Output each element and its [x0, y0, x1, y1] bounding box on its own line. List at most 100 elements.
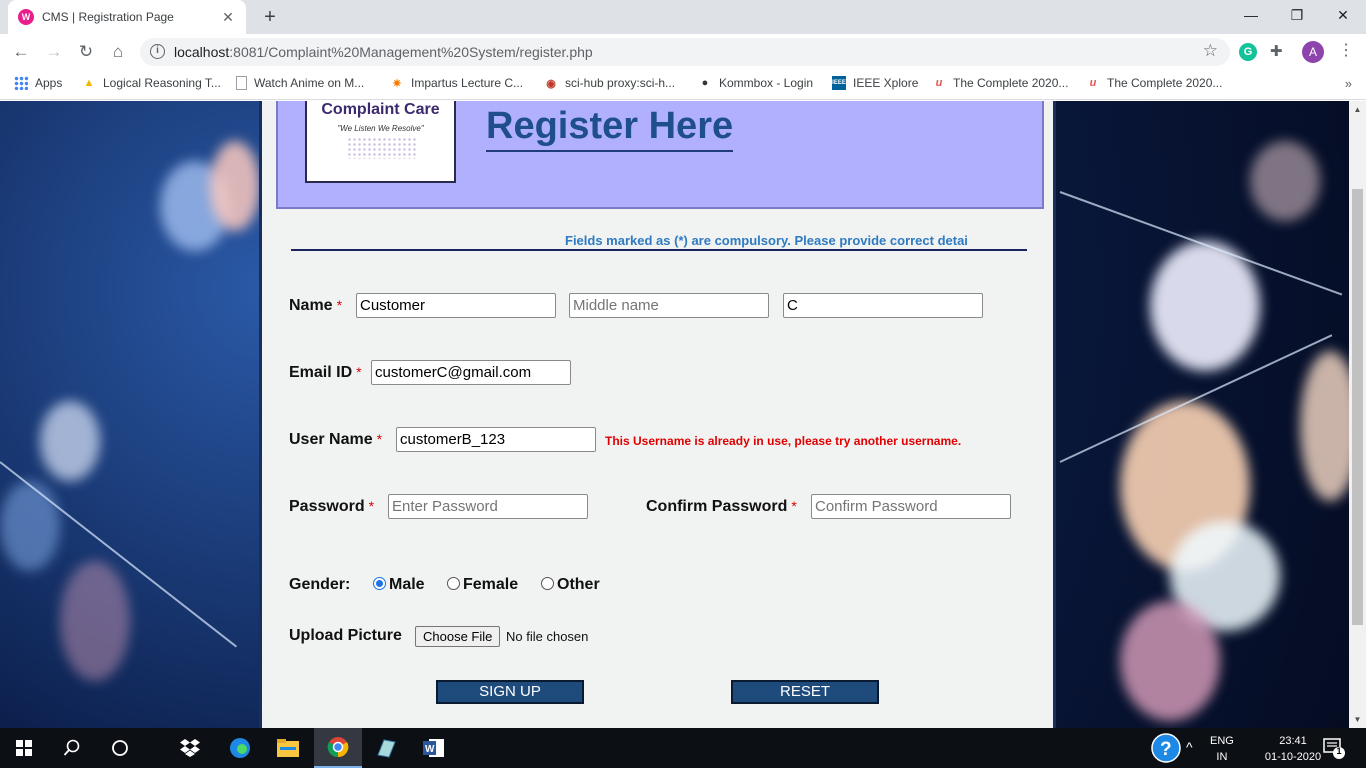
start-windows-icon[interactable]	[0, 728, 48, 768]
windows-taskbar: W ? ^ ENG IN 23:41 01-10-2020 1	[0, 728, 1366, 768]
edge-browser-icon[interactable]	[216, 728, 264, 768]
url-text[interactable]: localhost:8081/Complaint%20Management%20…	[174, 44, 593, 60]
ieee-icon: IEEE	[832, 76, 846, 90]
task-view-icon[interactable]	[96, 728, 144, 768]
gender-male-label[interactable]: Male	[389, 576, 425, 594]
reset-button[interactable]: RESET	[731, 680, 879, 704]
language-indicator[interactable]: ENG IN	[1210, 733, 1234, 765]
more-bookmarks-chevron-icon[interactable]: »	[1345, 76, 1352, 91]
profile-avatar[interactable]: A	[1302, 41, 1324, 63]
logo-title: Complaint Care	[321, 101, 440, 118]
word-icon[interactable]: W	[410, 728, 458, 768]
bookmark-sci-hub[interactable]: ◉ sci-hub proxy:sci-h...	[544, 76, 675, 90]
complaint-care-logo: Complaint Care "We Listen We Resolve"	[305, 101, 456, 183]
eye-icon: ◉	[546, 77, 556, 90]
svg-text:?: ?	[1160, 739, 1172, 760]
browser-menu-icon[interactable]: ⋮	[1336, 40, 1356, 60]
grammarly-extension-icon[interactable]: G	[1239, 43, 1257, 61]
bookmark-complete-2020-b[interactable]: u The Complete 2020...	[1086, 76, 1223, 90]
clock[interactable]: 23:41 01-10-2020	[1258, 733, 1328, 765]
registration-container: Complaint Care "We Listen We Resolve" Re…	[259, 101, 1056, 728]
confirm-password-input[interactable]: Confirm Password	[811, 494, 1011, 519]
username-label: User Name *	[289, 431, 383, 448]
email-input[interactable]: customerC@gmail.com	[371, 360, 571, 385]
bookmark-watch-anime[interactable]: Watch Anime on M...	[236, 76, 364, 90]
bookmarks-bar: Apps ▲ Logical Reasoning T... Watch Anim…	[0, 70, 1366, 100]
choose-file-button[interactable]: Choose File	[415, 626, 501, 647]
logo-dots-graphic	[347, 137, 417, 159]
apps-grid-icon	[14, 76, 28, 90]
tab-title: CMS | Registration Page	[42, 10, 174, 24]
password-input[interactable]: Enter Password	[388, 494, 588, 519]
app-notes-icon[interactable]	[362, 728, 410, 768]
notification-count-badge: 1	[1336, 746, 1342, 756]
gender-female-label[interactable]: Female	[463, 576, 518, 594]
gender-male-radio[interactable]	[373, 577, 386, 590]
minimize-window-button[interactable]: —	[1228, 0, 1274, 30]
gender-other-label[interactable]: Other	[557, 576, 600, 594]
reload-button[interactable]: ↻	[74, 40, 98, 64]
clock-date: 01-10-2020	[1264, 751, 1322, 763]
required-asterisk: *	[376, 431, 383, 447]
impartus-icon: ✷	[392, 77, 402, 90]
bookmark-apps[interactable]: Apps	[14, 76, 62, 90]
new-tab-button[interactable]: +	[258, 5, 282, 29]
back-button[interactable]: ←	[9, 40, 33, 64]
bookmark-star-icon[interactable]: ☆	[1203, 41, 1218, 61]
home-button[interactable]: ⌂	[106, 40, 130, 64]
required-asterisk: *	[368, 498, 375, 514]
required-asterisk: *	[356, 364, 362, 380]
bookmark-complete-2020-a[interactable]: u The Complete 2020...	[932, 76, 1069, 90]
bookmark-logical-reasoning[interactable]: ▲ Logical Reasoning T...	[82, 76, 221, 90]
help-tray-icon[interactable]: ?	[1150, 733, 1182, 763]
required-asterisk: *	[791, 498, 797, 514]
address-bar[interactable]: i localhost:8081/Complaint%20Management%…	[140, 38, 1230, 66]
compulsory-notice-text: Fields marked as (*) are compulsory. Ple…	[565, 233, 968, 248]
tray-chevron-up-icon[interactable]: ^	[1186, 739, 1193, 755]
page-title: Register Here	[486, 104, 734, 152]
notifications-icon[interactable]: 1	[1322, 736, 1346, 760]
scroll-up-arrow-icon[interactable]: ▲	[1349, 101, 1366, 118]
close-window-button[interactable]: ✕	[1320, 0, 1366, 30]
site-info-icon[interactable]: i	[150, 44, 165, 59]
scrollbar-thumb[interactable]	[1352, 189, 1363, 625]
dropbox-icon[interactable]	[166, 728, 214, 768]
site-favicon-icon: W	[18, 9, 34, 25]
warning-triangle-icon: ▲	[83, 77, 95, 89]
middle-name-input[interactable]: Middle name	[569, 293, 769, 318]
gender-female-radio[interactable]	[447, 577, 460, 590]
username-error-message: This Username is already in use, please …	[605, 434, 962, 448]
name-label: Name *	[289, 297, 343, 314]
bookmark-impartus[interactable]: ✷ Impartus Lecture C...	[390, 76, 523, 90]
close-tab-icon[interactable]: ✕	[220, 9, 236, 26]
bookmark-ieee[interactable]: IEEE IEEE Xplore	[832, 76, 918, 90]
chrome-taskbar-icon[interactable]	[314, 728, 362, 768]
email-label: Email ID *	[289, 364, 362, 381]
forward-button[interactable]: →	[42, 40, 66, 64]
sign-up-button[interactable]: SIGN UP	[436, 680, 584, 704]
browser-tab[interactable]: W CMS | Registration Page ✕	[8, 0, 246, 34]
clock-time: 23:41	[1279, 735, 1307, 747]
file-explorer-icon[interactable]	[264, 728, 312, 768]
compulsory-notice-marquee: Fields marked as (*) are compulsory. Ple…	[291, 231, 1027, 251]
restore-window-button[interactable]: ❐	[1274, 0, 1320, 30]
bookmark-kommbox[interactable]: ● Kommbox - Login	[698, 76, 813, 90]
last-name-input[interactable]: C	[783, 293, 983, 318]
first-name-input[interactable]: Customer	[356, 293, 556, 318]
browser-toolbar: ← → ↻ ⌂ i localhost:8081/Complaint%20Man…	[0, 34, 1366, 70]
scroll-down-arrow-icon[interactable]: ▼	[1349, 711, 1366, 728]
globe-icon: ●	[701, 77, 709, 89]
file-status-text: No file chosen	[506, 629, 589, 644]
gender-label: Gender:	[289, 576, 351, 593]
required-asterisk: *	[336, 297, 343, 313]
page-scrollbar[interactable]: ▲ ▼	[1349, 101, 1366, 728]
username-input[interactable]: customerB_123	[396, 427, 596, 452]
udemy-icon: u	[935, 77, 943, 89]
search-icon[interactable]	[48, 728, 96, 768]
password-label: Password *	[289, 498, 375, 515]
page-icon	[236, 76, 247, 90]
page-header: Complaint Care "We Listen We Resolve" Re…	[276, 101, 1044, 209]
extensions-puzzle-icon[interactable]: ✚	[1270, 42, 1283, 60]
gender-other-radio[interactable]	[541, 577, 554, 590]
svg-text:W: W	[425, 744, 435, 755]
